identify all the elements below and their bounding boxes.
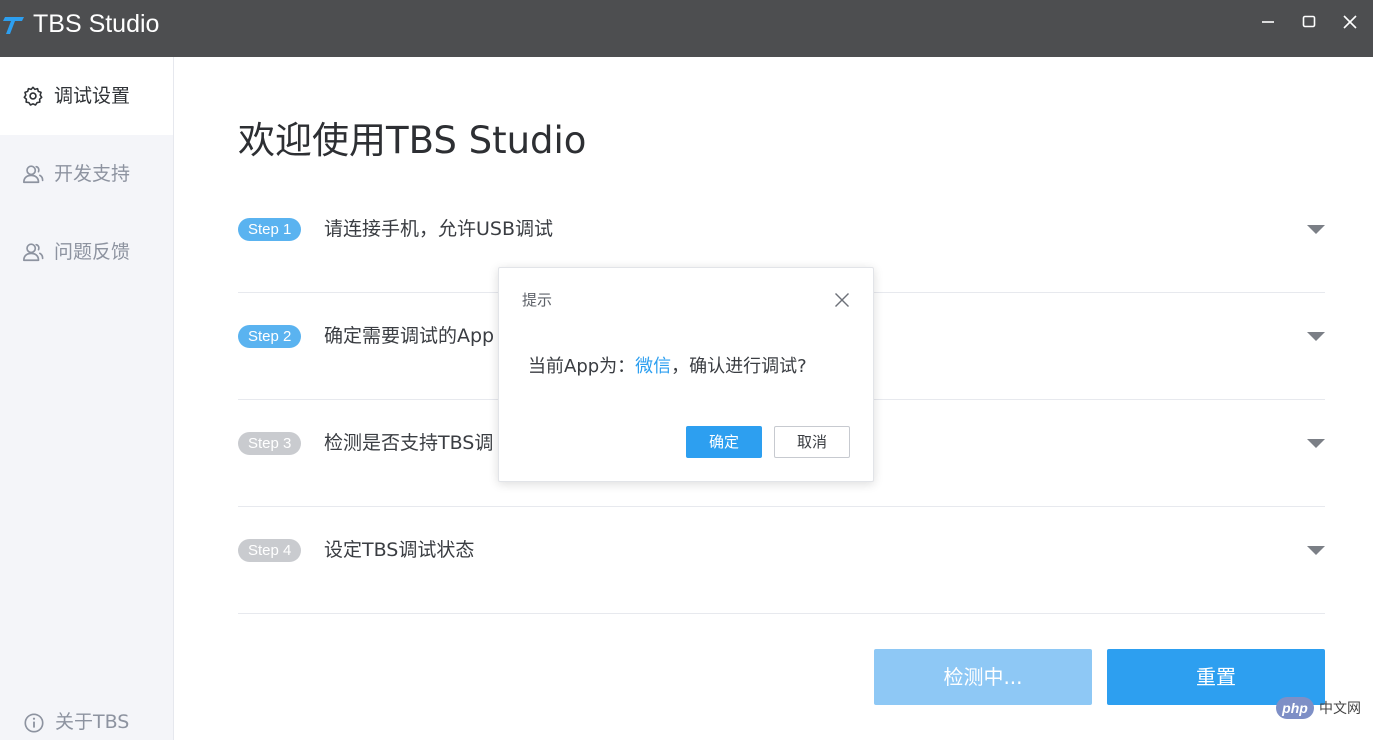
sidebar-item-label: 问题反馈 [54,241,131,263]
sidebar-item-dev-support[interactable]: 开发支持 [0,135,173,213]
dialog-message-prefix: 当前App为： [528,356,636,377]
sidebar: 调试设置 开发支持 问题反馈 关于TBS [0,57,174,740]
dialog-message: 当前App为：微信，确认进行调试? [528,354,807,380]
watermark-text: 中文网 [1319,700,1361,716]
close-icon[interactable] [1338,10,1362,34]
step-text: 设定TBS调试状态 [324,539,475,561]
sidebar-item-debug-settings[interactable]: 调试设置 [0,57,173,135]
step-text: 请连接手机，允许USB调试 [324,218,554,240]
users-icon [23,165,44,184]
confirm-dialog: 提示 当前App为：微信，确认进行调试? 确定 取消 [498,267,874,482]
step-badge: Step 1 [238,218,302,241]
title-bar: TBS Studio [0,0,1373,57]
watermark: php 中文网 [1276,697,1373,720]
step-badge: Step 2 [238,325,302,348]
sidebar-item-label: 关于TBS [55,711,130,733]
sidebar-item-label: 开发支持 [54,163,131,185]
step-badge: Step 4 [238,539,302,562]
maximize-icon[interactable] [1297,10,1321,34]
detect-button[interactable]: 检测中... [874,649,1092,705]
caret-down-icon[interactable] [1307,332,1325,341]
page-title: 欢迎使用TBS Studio [238,119,587,162]
users-icon [23,243,44,262]
dialog-app-name: 微信 [635,356,672,377]
sidebar-item-about[interactable]: 关于TBS [0,702,173,740]
dialog-message-suffix: ，确认进行调试? [671,356,807,377]
confirm-button[interactable]: 确定 [686,426,762,458]
info-icon [24,713,44,733]
step-badge: Step 3 [238,432,302,455]
watermark-badge: php [1276,697,1314,719]
minimize-icon[interactable] [1256,10,1280,34]
sidebar-item-label: 调试设置 [54,85,131,107]
caret-down-icon[interactable] [1307,439,1325,448]
sidebar-item-feedback[interactable]: 问题反馈 [0,213,173,291]
close-icon[interactable] [832,290,852,310]
app-title: TBS Studio [33,10,160,38]
caret-down-icon[interactable] [1307,546,1325,555]
tbs-logo-icon [3,17,24,34]
step-text: 确定需要调试的App [324,325,495,347]
step-text: 检测是否支持TBS调 [324,432,494,454]
cancel-button[interactable]: 取消 [774,426,850,458]
step-row-4[interactable]: Step 4 设定TBS调试状态 [238,507,1325,614]
gear-icon [23,86,43,106]
dialog-title: 提示 [522,291,553,309]
caret-down-icon[interactable] [1307,225,1325,234]
